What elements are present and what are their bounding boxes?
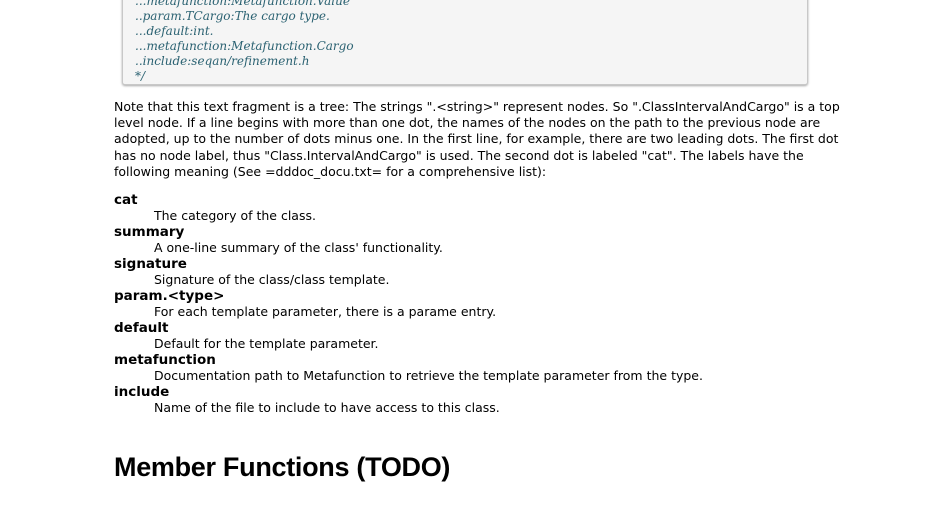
term: param.<type> bbox=[114, 288, 225, 304]
code-line: ...default:int. bbox=[135, 24, 214, 38]
code-line: ..include:seqan/refinement.h bbox=[135, 54, 310, 68]
label-definitions: cat The category of the class. summary A… bbox=[114, 192, 703, 416]
term: cat bbox=[114, 192, 138, 208]
description: Name of the file to include to have acce… bbox=[154, 400, 500, 415]
description: Documentation path to Metafunction to re… bbox=[154, 368, 703, 383]
term: signature bbox=[114, 256, 187, 272]
description: Signature of the class/class template. bbox=[154, 272, 390, 287]
code-text: ...metafunction:Metafunction.Value ..par… bbox=[135, 0, 354, 84]
explanation-paragraph: Note that this text fragment is a tree: … bbox=[114, 99, 840, 179]
term: summary bbox=[114, 224, 185, 240]
code-line: ...metafunction:Metafunction.Cargo bbox=[135, 39, 354, 53]
code-line: ..param.TCargo:The cargo type. bbox=[135, 9, 330, 23]
description: Default for the template parameter. bbox=[154, 336, 379, 351]
description: The category of the class. bbox=[154, 208, 316, 223]
term: metafunction bbox=[114, 352, 216, 368]
code-line: ...metafunction:Metafunction.Value bbox=[135, 0, 350, 8]
term: include bbox=[114, 384, 170, 400]
code-block: ...metafunction:Metafunction.Value ..par… bbox=[122, 0, 808, 85]
section-heading: Member Functions (TODO) bbox=[114, 452, 451, 482]
term: default bbox=[114, 320, 169, 336]
code-line: */ bbox=[135, 69, 146, 83]
description: For each template parameter, there is a … bbox=[154, 304, 497, 319]
description: A one-line summary of the class' functio… bbox=[154, 240, 443, 255]
